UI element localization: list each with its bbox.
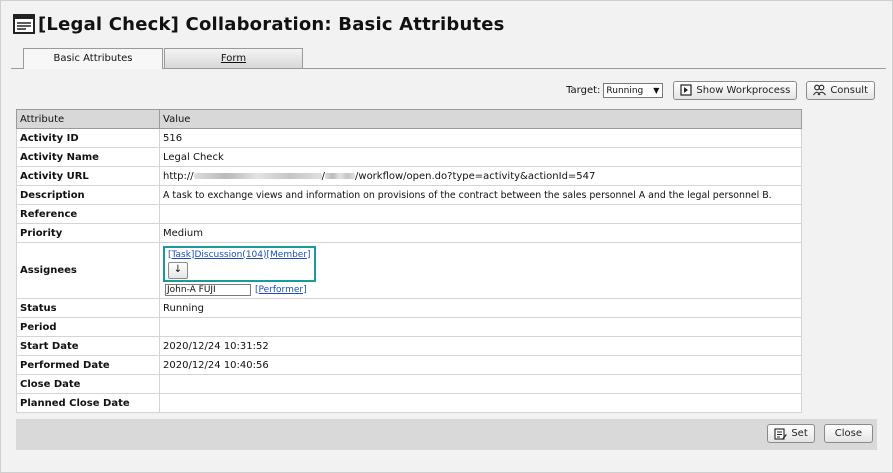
tab-basic-attributes[interactable]: Basic Attributes xyxy=(23,48,163,69)
set-label: Set xyxy=(791,428,808,439)
attribute-label: Priority xyxy=(16,223,160,243)
assignee-group: [Task]Discussion(104)[Member] ↓ xyxy=(163,245,316,282)
toolbar: Target: Running ▼ Show Workprocess Consu… xyxy=(566,80,875,100)
table-header-row: Attribute Value xyxy=(16,109,802,129)
people-icon xyxy=(813,84,827,96)
activity-name-value: Legal Check xyxy=(159,147,802,167)
attribute-label: Period xyxy=(16,317,160,337)
table-row: Status Running xyxy=(16,298,802,318)
column-header-attribute: Attribute xyxy=(16,109,160,129)
description-value: A task to exchange views and information… xyxy=(159,185,802,205)
target-label: Target: xyxy=(566,84,601,96)
chevron-down-icon: ▼ xyxy=(653,85,660,95)
attribute-label: Performed Date xyxy=(16,355,160,375)
close-label: Close xyxy=(834,428,862,439)
set-button[interactable]: Set xyxy=(767,424,815,443)
status-value: Running xyxy=(159,298,802,318)
table-row: Performed Date 2020/12/24 10:40:56 xyxy=(16,355,802,375)
attribute-label: Description xyxy=(16,185,160,205)
table-row: Activity Name Legal Check xyxy=(16,147,802,167)
close-button[interactable]: Close xyxy=(823,424,873,443)
performed-date-value: 2020/12/24 10:40:56 xyxy=(159,355,802,375)
footer-bar: Set Close xyxy=(16,419,877,450)
table-row: Planned Close Date xyxy=(16,393,802,413)
consult-button[interactable]: Consult xyxy=(806,80,875,100)
attribute-label: Activity Name xyxy=(16,147,160,167)
close-date-value xyxy=(159,374,802,394)
tab-form[interactable]: Form xyxy=(164,48,303,68)
attribute-label: Reference xyxy=(16,204,160,224)
tab-basic-attributes-label: Basic Attributes xyxy=(53,53,133,64)
page-title: [Legal Check] Collaboration: Basic Attri… xyxy=(38,13,505,35)
attributes-table: Attribute Value Activity ID 516 Activity… xyxy=(16,109,802,413)
target-select[interactable]: Running ▼ xyxy=(603,82,664,98)
table-row: Period xyxy=(16,317,802,337)
start-date-value: 2020/12/24 10:31:52 xyxy=(159,336,802,356)
title-row: [Legal Check] Collaboration: Basic Attri… xyxy=(13,11,505,37)
show-workprocess-button[interactable]: Show Workprocess xyxy=(673,80,798,100)
target-select-value: Running xyxy=(606,85,644,96)
activity-id-value: 516 xyxy=(159,128,802,148)
table-row: Priority Medium xyxy=(16,223,802,243)
planned-close-date-value xyxy=(159,393,802,413)
reference-value xyxy=(159,204,802,224)
attribute-label: Start Date xyxy=(16,336,160,356)
table-row: Description A task to exchange views and… xyxy=(16,185,802,205)
redacted-host xyxy=(193,172,322,179)
table-row: Close Date xyxy=(16,374,802,394)
show-workprocess-label: Show Workprocess xyxy=(696,84,791,96)
edit-list-icon xyxy=(774,427,788,440)
performer-link[interactable]: [Performer] xyxy=(255,285,307,295)
table-row: Activity ID 516 xyxy=(16,128,802,148)
performer-row: John-A FUJI [Performer] xyxy=(165,283,798,296)
attribute-label: Planned Close Date xyxy=(16,393,160,413)
assignees-value: [Task]Discussion(104)[Member] ↓ John-A F… xyxy=(159,242,802,299)
tab-form-label: Form xyxy=(220,53,247,64)
attribute-label: Status xyxy=(16,298,160,318)
url-prefix: http:// xyxy=(163,170,194,182)
activity-url-value: http:////workflow/open.do?type=activity&… xyxy=(159,166,802,186)
attribute-label: Close Date xyxy=(16,374,160,394)
consult-label: Consult xyxy=(830,84,868,96)
expand-down-button[interactable]: ↓ xyxy=(168,261,188,279)
table-row: Reference xyxy=(16,204,802,224)
attribute-label: Activity URL xyxy=(16,166,160,186)
attribute-label: Activity ID xyxy=(16,128,160,148)
dialog-frame: [Legal Check] Collaboration: Basic Attri… xyxy=(0,0,893,473)
priority-value: Medium xyxy=(159,223,802,243)
table-row: Start Date 2020/12/24 10:31:52 xyxy=(16,336,802,356)
redacted-path xyxy=(325,172,356,179)
attribute-label: Assignees xyxy=(16,242,160,299)
period-value xyxy=(159,317,802,337)
workprocess-icon xyxy=(680,84,692,96)
table-row: Activity URL http:////workflow/open.do?t… xyxy=(16,166,802,186)
document-list-icon xyxy=(13,14,35,34)
column-header-value: Value xyxy=(159,109,802,129)
url-suffix: /workflow/open.do?type=activity&actionId… xyxy=(355,170,596,182)
table-row: Assignees [Task]Discussion(104)[Member] … xyxy=(16,242,802,299)
assignee-task-link[interactable]: [Task]Discussion(104)[Member] xyxy=(168,250,311,260)
arrow-down-icon: ↓ xyxy=(173,263,183,275)
footer-buttons: Set Close xyxy=(767,424,873,443)
performer-field[interactable]: John-A FUJI xyxy=(165,283,251,296)
